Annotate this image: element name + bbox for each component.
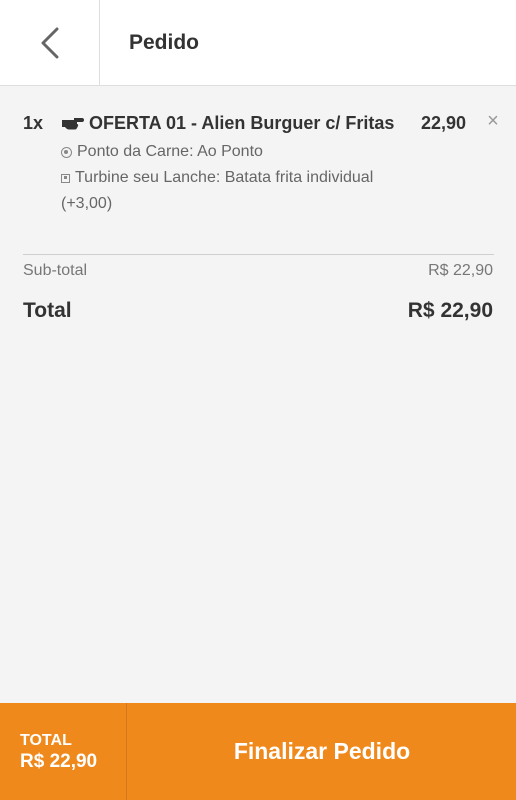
option-extra-price: (+3,00)	[61, 195, 112, 213]
page-title: Pedido	[129, 30, 200, 54]
finalize-order-button[interactable]: Finalizar Pedido	[128, 703, 516, 800]
total-value: R$ 22,90	[407, 299, 493, 322]
item-quantity: 1x	[23, 113, 44, 133]
footer-total-value: R$ 22,90	[20, 751, 98, 772]
footer-total-label: TOTAL	[20, 732, 72, 749]
app-header: Pedido	[0, 0, 516, 86]
subtotal-value: R$ 22,90	[428, 262, 493, 279]
radio-icon	[61, 146, 72, 158]
remove-item-button[interactable]: ×	[485, 111, 501, 131]
option-text: Ponto da Carne: Ao Ponto	[77, 143, 263, 160]
item-name: OFERTA 01 - Alien Burguer c/ Fritas	[89, 113, 395, 133]
close-icon: ×	[487, 110, 499, 132]
item-option: Ponto da Carne: Ao Ponto	[61, 143, 263, 161]
divider	[23, 254, 494, 255]
total-label: Total	[23, 299, 72, 322]
item-price: 22,90	[421, 113, 467, 133]
back-button[interactable]	[0, 0, 100, 86]
chevron-left-icon	[41, 27, 58, 58]
subtotal-label: Sub-total	[23, 262, 88, 279]
checkbox-icon	[61, 173, 70, 183]
pointing-hand-icon	[62, 118, 84, 130]
checkout-bar: TOTAL R$ 22,90 Finalizar Pedido	[0, 703, 516, 800]
order-item: 1x OFERTA 01 - Alien Burguer c/ Fritas 2…	[23, 111, 501, 137]
option-text: Turbine seu Lanche: Batata frita individ…	[75, 169, 374, 186]
item-option: Turbine seu Lanche: Batata frita individ…	[61, 169, 373, 187]
footer-total: TOTAL R$ 22,90	[0, 703, 127, 800]
option-price-text: (+3,00)	[61, 195, 113, 212]
